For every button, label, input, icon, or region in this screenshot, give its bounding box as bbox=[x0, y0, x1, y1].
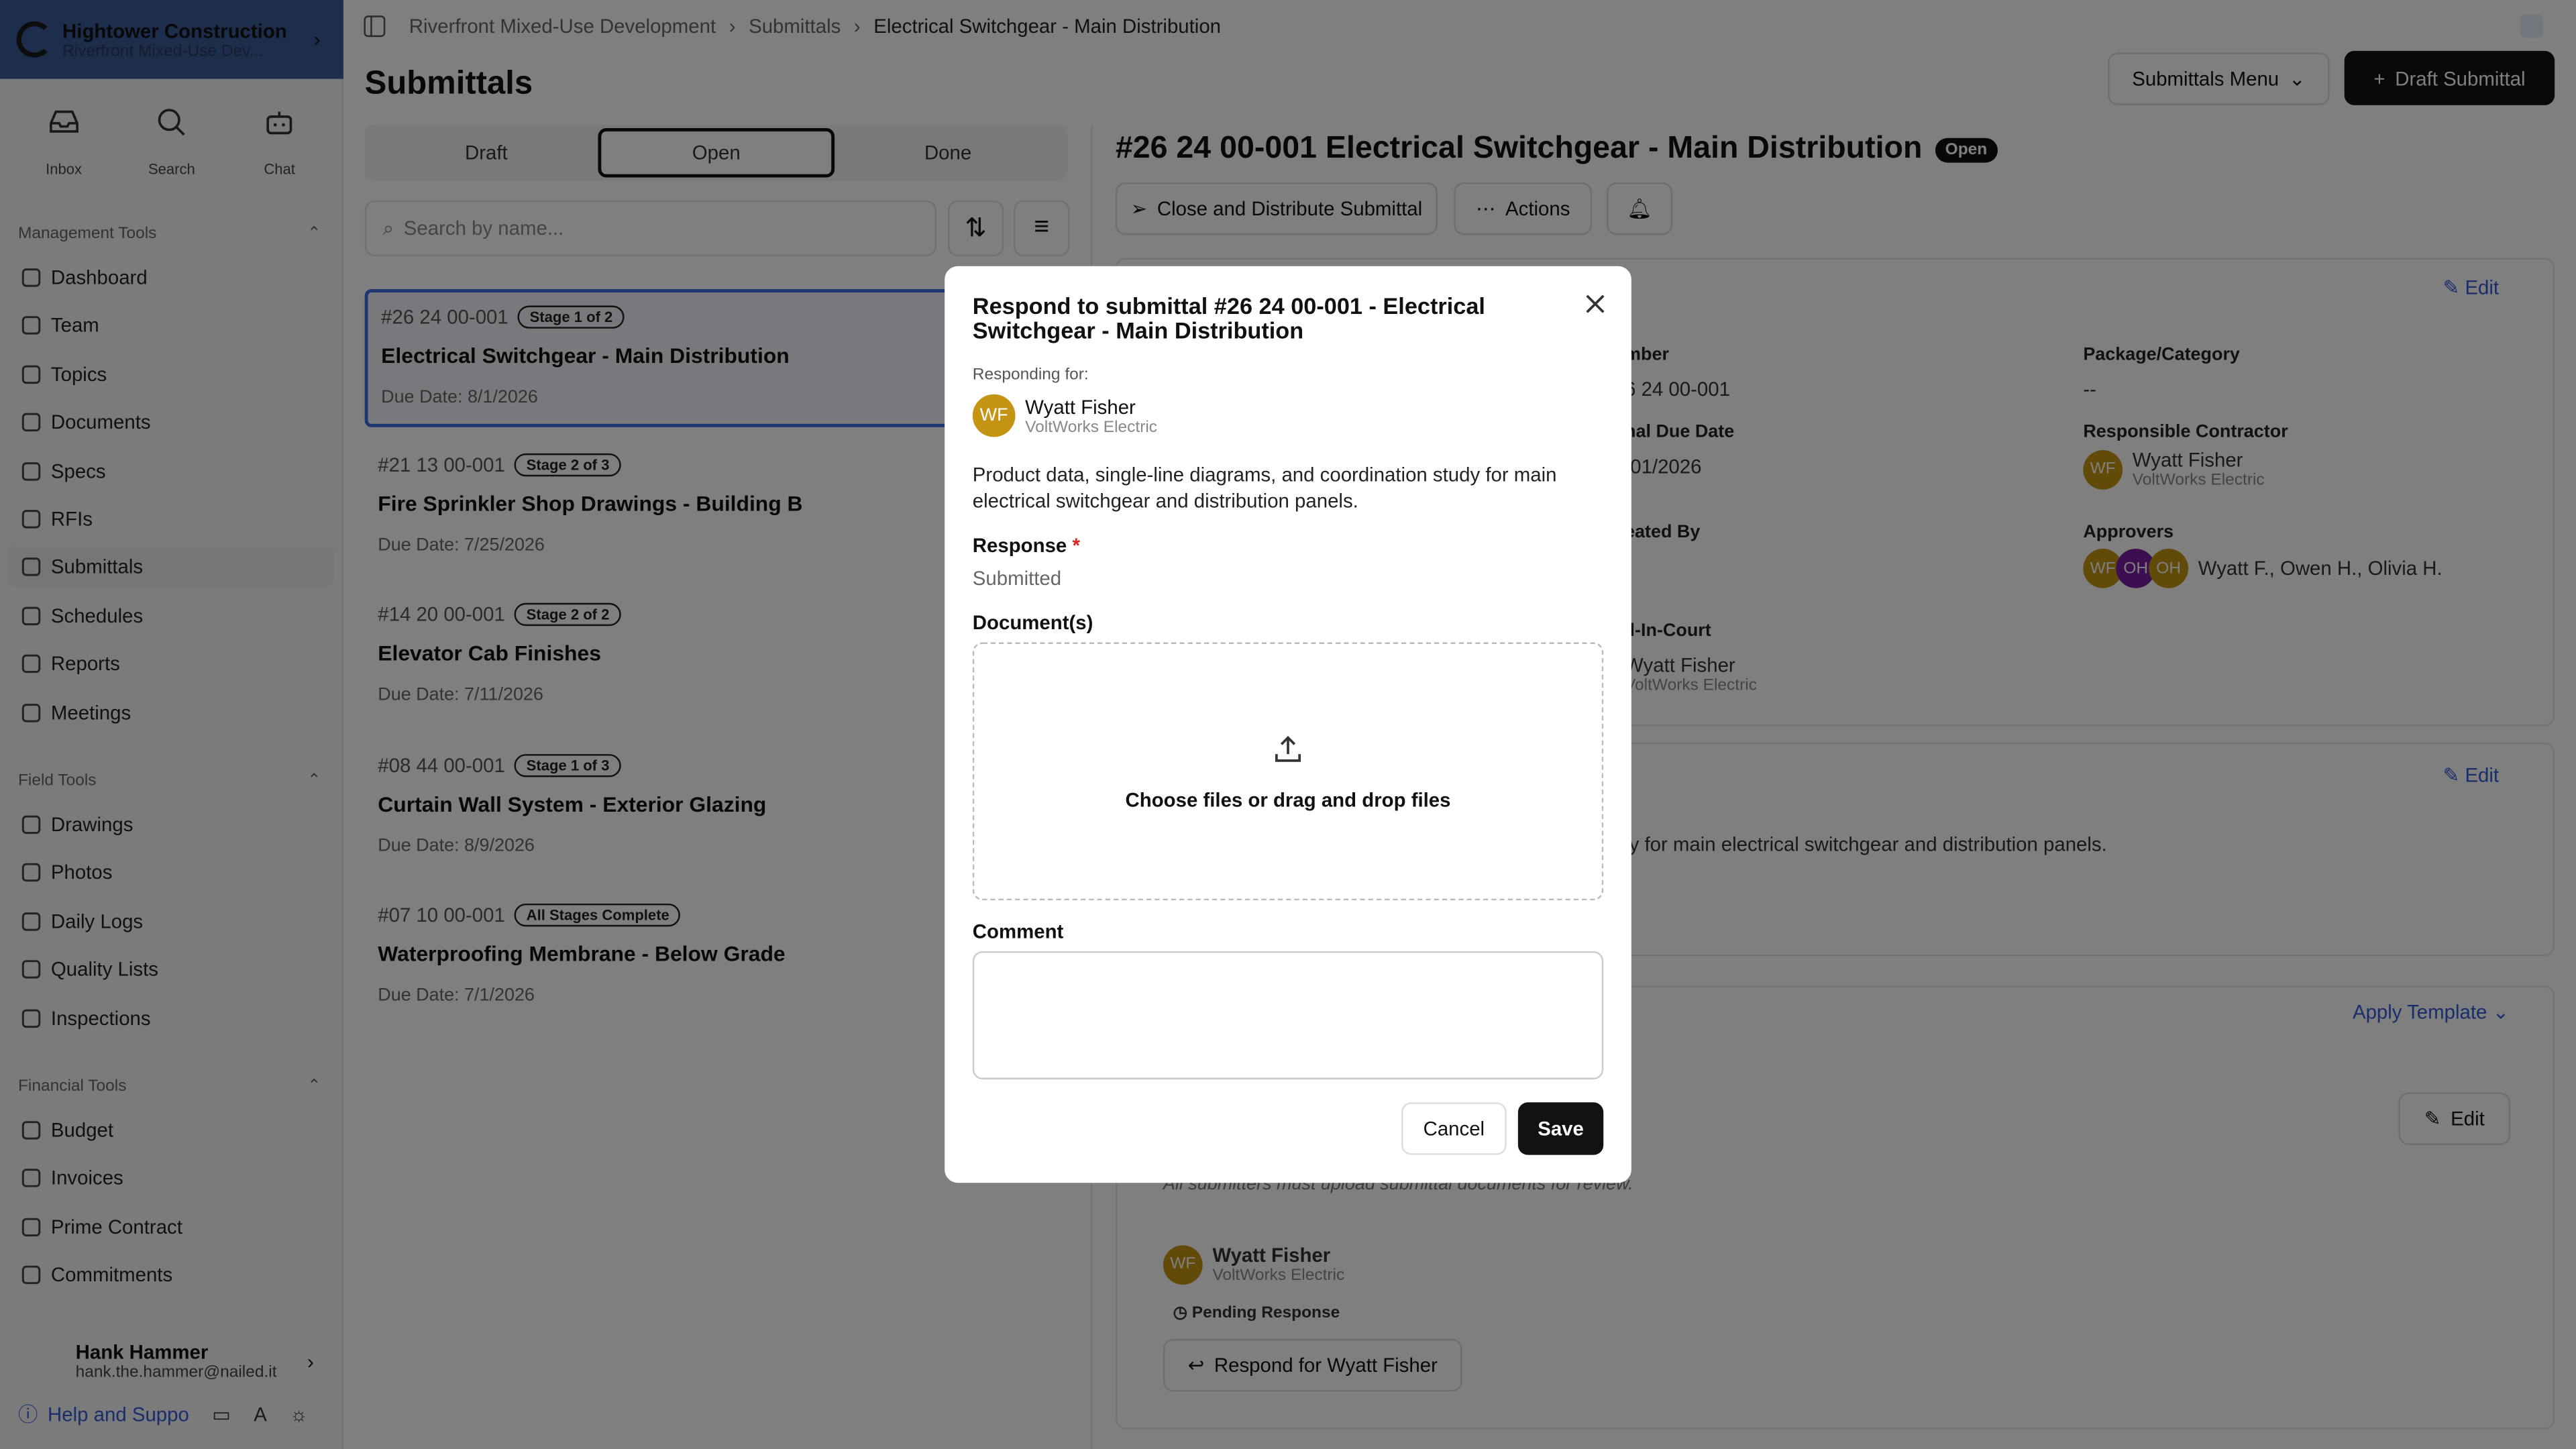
respond-dialog: Respond to submittal #26 24 00-001 - Ele… bbox=[945, 266, 1631, 1183]
upload-icon bbox=[1275, 735, 1301, 761]
comment-textarea[interactable] bbox=[972, 951, 1604, 1079]
dropzone-text: Choose files or drag and drop files bbox=[1125, 788, 1451, 811]
save-button[interactable]: Save bbox=[1517, 1102, 1604, 1155]
app: Hightower Construction Riverfront Mixed-… bbox=[0, 0, 2576, 1449]
documents-label: Document(s) bbox=[972, 611, 1093, 635]
responding-for-label: Responding for: bbox=[972, 366, 1089, 385]
response-label-text: Response bbox=[972, 533, 1067, 557]
required-mark: * bbox=[1072, 533, 1080, 557]
responding-person: WF Wyatt Fisher VoltWorks Electric bbox=[972, 394, 1158, 437]
responding-person-name: Wyatt Fisher bbox=[1025, 394, 1136, 419]
cancel-button[interactable]: Cancel bbox=[1401, 1102, 1507, 1155]
responding-person-company: VoltWorks Electric bbox=[1025, 418, 1158, 437]
avatar: WF bbox=[972, 394, 1016, 437]
close-icon[interactable] bbox=[1585, 292, 1605, 322]
comment-label: Comment bbox=[972, 920, 1064, 943]
file-dropzone[interactable]: Choose files or drag and drop files bbox=[972, 642, 1604, 901]
response-label: Response * bbox=[973, 534, 1080, 557]
response-select[interactable]: Submitted bbox=[973, 567, 1061, 590]
dialog-title: Respond to submittal #26 24 00-001 - Ele… bbox=[972, 292, 1485, 343]
dialog-description: Product data, single-line diagrams, and … bbox=[972, 463, 1557, 513]
